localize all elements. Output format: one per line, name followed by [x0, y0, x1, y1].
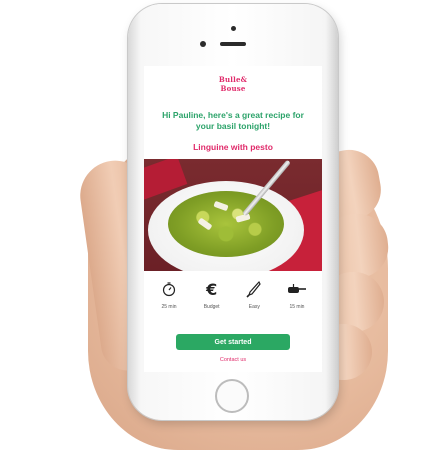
knife-icon: [245, 278, 263, 300]
front-camera-icon: [231, 26, 236, 31]
stat-budget: € Budget: [193, 278, 231, 328]
svg-text:Bouse: Bouse: [220, 84, 245, 93]
get-started-button[interactable]: Get started: [176, 334, 290, 350]
stat-label: Budget: [203, 304, 220, 310]
stat-label: 15 min: [289, 304, 305, 310]
recipe-stats: 25 min € Budget Easy 15 min: [150, 278, 316, 328]
brand-logo-icon: Bulle& Bouse: [219, 75, 248, 93]
earpiece-speaker: [220, 42, 246, 46]
pan-icon: [287, 278, 307, 300]
product-photo: Bulle& Bouse Hi Pauline, here's a great …: [0, 0, 443, 450]
contact-us-link[interactable]: Contact us: [144, 357, 322, 363]
euro-icon: €: [206, 279, 218, 299]
stat-cook-time: 15 min: [278, 278, 316, 328]
email-screen: Bulle& Bouse Hi Pauline, here's a great …: [144, 66, 322, 372]
smartphone: Bulle& Bouse Hi Pauline, here's a great …: [128, 4, 338, 420]
stopwatch-icon: [161, 278, 177, 300]
proximity-sensor-icon: [200, 41, 206, 47]
svg-text:Bulle&: Bulle&: [219, 75, 248, 84]
pasta: [168, 191, 284, 257]
greeting-text: Hi Pauline, here's a great recipe for yo…: [162, 110, 304, 131]
stat-label: 25 min: [161, 304, 177, 310]
recipe-title: Linguine with pesto: [193, 142, 273, 152]
stat-difficulty: Easy: [235, 278, 273, 328]
home-button[interactable]: [215, 379, 249, 413]
stat-label: Easy: [248, 304, 260, 310]
brand-logo: Bulle& Bouse: [144, 74, 322, 97]
stat-prep-time: 25 min: [150, 278, 188, 328]
recipe-photo: [144, 159, 322, 271]
